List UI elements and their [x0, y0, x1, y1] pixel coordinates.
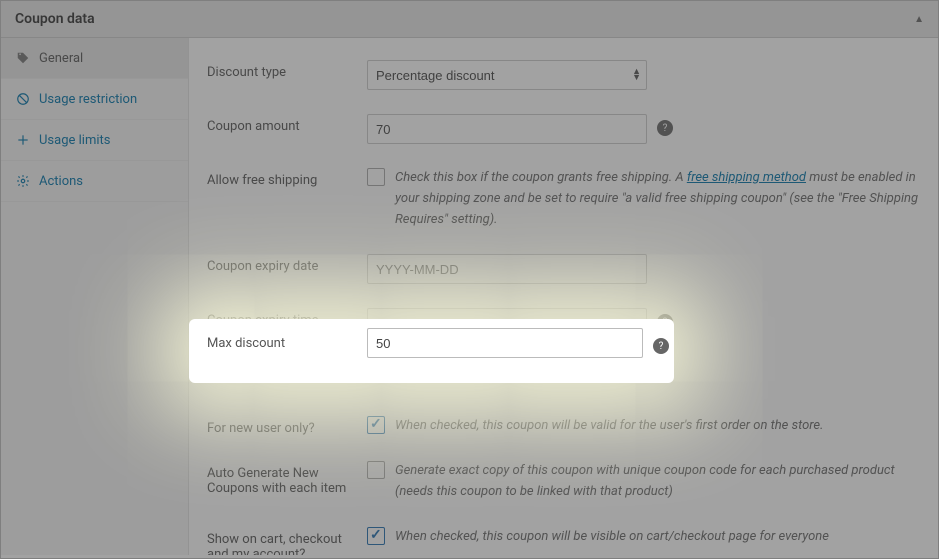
expiry-date-label: Coupon expiry date	[207, 254, 357, 274]
free-shipping-checkbox[interactable]	[367, 168, 385, 186]
field-discount-type: Discount type Percentage discount ▲▼	[207, 48, 920, 102]
coupon-amount-input[interactable]	[367, 114, 647, 144]
expiry-time-label: Coupon expiry time	[207, 308, 357, 328]
sidebar-item-label: General	[39, 51, 83, 66]
show-on-cart-description: When checked, this coupon will be visibl…	[395, 527, 829, 548]
sidebar-item-actions[interactable]: Actions	[1, 161, 188, 202]
help-tip-icon[interactable]: ?	[657, 120, 673, 136]
tag-icon	[15, 50, 31, 66]
help-tip-icon[interactable]: ?	[653, 338, 669, 354]
field-expiry-date: Coupon expiry date	[207, 242, 920, 296]
field-max-discount: Max discount ?	[199, 328, 669, 358]
panel-title: Coupon data	[15, 11, 95, 27]
discount-type-select[interactable]: Percentage discount	[367, 60, 647, 90]
sidebar-item-label: Actions	[39, 174, 83, 189]
field-auto-generate: Auto Generate New Coupons with each item…	[207, 449, 920, 515]
max-discount-label: Max discount	[207, 336, 357, 351]
auto-generate-label: Auto Generate New Coupons with each item	[207, 461, 357, 496]
free-shipping-label: Allow free shipping	[207, 168, 357, 188]
panel-header[interactable]: Coupon data ▲	[1, 1, 938, 38]
show-on-cart-label: Show on cart, checkout and my account?	[207, 527, 357, 555]
main-content: Discount type Percentage discount ▲▼ Cou…	[189, 38, 938, 555]
collapse-icon[interactable]: ▲	[914, 14, 924, 25]
max-discount-input[interactable]	[367, 328, 643, 358]
gear-icon	[15, 173, 31, 189]
auto-generate-description: Generate exact copy of this coupon with …	[395, 461, 920, 503]
plus-icon	[15, 132, 31, 148]
new-user-only-checkbox[interactable]	[367, 416, 385, 434]
field-free-shipping: Allow free shipping Check this box if th…	[207, 156, 920, 242]
field-show-on-cart: Show on cart, checkout and my account? W…	[207, 515, 920, 555]
field-new-user-only: For new user only? When checked, this co…	[207, 404, 920, 449]
sidebar-item-general[interactable]: General	[1, 38, 188, 79]
new-user-only-description: When checked, this coupon will be valid …	[395, 416, 823, 437]
new-user-only-label: For new user only?	[207, 416, 357, 436]
sidebar-item-label: Usage restriction	[39, 92, 137, 107]
coupon-amount-label: Coupon amount	[207, 114, 357, 134]
auto-generate-checkbox[interactable]	[367, 461, 385, 479]
discount-type-label: Discount type	[207, 60, 357, 80]
field-coupon-amount: Coupon amount ?	[207, 102, 920, 156]
free-shipping-link[interactable]: free shipping method	[687, 170, 806, 185]
show-on-cart-checkbox[interactable]	[367, 527, 385, 545]
sidebar-item-usage-restriction[interactable]: Usage restriction	[1, 79, 188, 120]
free-shipping-description: Check this box if the coupon grants free…	[395, 168, 920, 230]
sidebar-item-usage-limits[interactable]: Usage limits	[1, 120, 188, 161]
ban-icon	[15, 91, 31, 107]
sidebar-item-label: Usage limits	[39, 133, 110, 148]
sidebar: General Usage restriction Usage limits A…	[1, 38, 189, 555]
expiry-date-input[interactable]	[367, 254, 647, 284]
